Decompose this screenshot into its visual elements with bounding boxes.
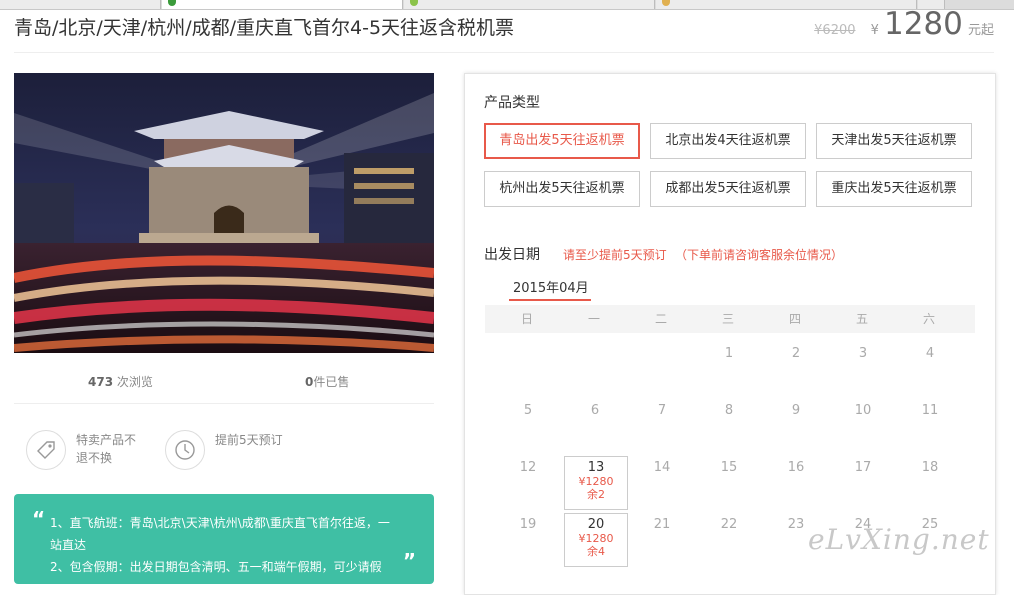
highlights-list: 1、直飞航班：青岛\北京\天津\杭州\成都\重庆直飞首尔往返，一站直达 2、包含…	[50, 512, 400, 578]
calendar-day: 17	[854, 460, 872, 475]
calendar-day: 21	[653, 517, 671, 532]
product-type-label: 产品类型	[484, 95, 540, 111]
product-title: 青岛/北京/天津/杭州/成都/重庆直飞首尔4-5天往返含税机票	[14, 17, 515, 39]
calendar-day: 3	[858, 346, 868, 361]
calendar-day: 19	[519, 517, 537, 532]
price-unit: 元起	[967, 23, 994, 38]
option-chongqing-5day[interactable]: 重庆出发5天往返机票	[816, 171, 972, 207]
clock-icon	[165, 430, 205, 470]
favicon-icon	[168, 0, 176, 6]
month-tab-underline	[509, 299, 591, 301]
calendar-day-available-13[interactable]: 13 ¥1280 余2	[564, 456, 628, 510]
product-photo[interactable]	[14, 73, 434, 353]
calendar-day: 1	[724, 346, 734, 361]
highlights-box: “ 1、直飞航班：青岛\北京\天津\杭州\成都\重庆直飞首尔往返，一站直达 2、…	[14, 494, 434, 584]
weekday-wed: 三	[721, 312, 734, 326]
calendar-day: 18	[921, 460, 939, 475]
original-price: ¥6200	[814, 23, 856, 38]
booking-panel: 产品类型 青岛出发5天往返机票 北京出发4天往返机票 天津出发5天往返机票 杭州…	[464, 73, 996, 595]
photo-illustration	[14, 73, 434, 353]
option-beijing-4day[interactable]: 北京出发4天往返机票	[650, 123, 806, 159]
day-seats-left: 余4	[587, 545, 605, 558]
divider	[14, 52, 994, 53]
weekday-thu: 四	[788, 312, 801, 326]
calendar-day: 16	[787, 460, 805, 475]
favicon-icon	[410, 0, 418, 6]
calendar-day: 22	[720, 517, 738, 532]
month-tab[interactable]: 2015年04月	[513, 277, 589, 296]
weekday-sun: 日	[520, 312, 533, 326]
day-seats-left: 余2	[587, 488, 605, 501]
calendar-day: 5	[523, 403, 533, 418]
favicon-icon	[662, 0, 670, 6]
calendar-day: 11	[921, 403, 939, 418]
divider	[14, 403, 434, 404]
day-price: ¥1280	[578, 532, 614, 545]
current-price: 1280	[883, 6, 963, 42]
calendar-day: 4	[925, 346, 935, 361]
calendar-day: 10	[854, 403, 872, 418]
calendar-day: 6	[590, 403, 600, 418]
calendar-day: 2	[791, 346, 801, 361]
day-price: ¥1280	[578, 475, 614, 488]
weekday-tue: 二	[654, 312, 667, 326]
highlight-item: 1、直飞航班：青岛\北京\天津\杭州\成都\重庆直飞首尔往返，一站直达	[50, 516, 390, 552]
departure-date-label: 出发日期	[484, 247, 540, 263]
option-chengdu-5day[interactable]: 成都出发5天往返机票	[650, 171, 806, 207]
highlight-item: 2、包含假期：出发日期包含清明、五一和端午假期，可少请假	[50, 560, 382, 574]
browser-tab[interactable]	[404, 0, 655, 9]
currency-symbol: ¥	[870, 23, 879, 38]
weekday-mon: 一	[587, 312, 600, 326]
browser-tab[interactable]	[0, 0, 161, 9]
sold-count: 0件已售	[305, 375, 350, 389]
advance-notice: 请至少提前5天预订	[563, 248, 667, 262]
site-watermark: eLvXing.net	[808, 523, 990, 556]
tag-icon	[26, 430, 66, 470]
view-count: 473 次浏览	[88, 375, 153, 389]
calendar-day: 7	[657, 403, 667, 418]
calendar-day: 12	[519, 460, 537, 475]
close-quote-icon: ”	[402, 549, 416, 573]
consult-notice: （下单前请咨询客服余位情况）	[675, 248, 844, 262]
option-qingdao-5day[interactable]: 青岛出发5天往返机票	[484, 123, 640, 159]
calendar-day: 14	[653, 460, 671, 475]
calendar-weekday-header: 日 一 二 三 四 五 六	[485, 305, 975, 333]
open-quote-icon: “	[32, 507, 46, 531]
option-tianjin-5day[interactable]: 天津出发5天往返机票	[816, 123, 972, 159]
price-box: ¥6200 ¥ 1280 元起	[814, 6, 994, 42]
calendar-day: 8	[724, 403, 734, 418]
browser-tab-active[interactable]	[162, 0, 403, 9]
calendar-day-available-20[interactable]: 20 ¥1280 余4	[564, 513, 628, 567]
calendar-day: 9	[791, 403, 801, 418]
weekday-sat: 六	[922, 312, 935, 326]
calendar-day: 15	[720, 460, 738, 475]
weekday-fri: 五	[855, 312, 868, 326]
option-hangzhou-5day[interactable]: 杭州出发5天往返机票	[484, 171, 640, 207]
